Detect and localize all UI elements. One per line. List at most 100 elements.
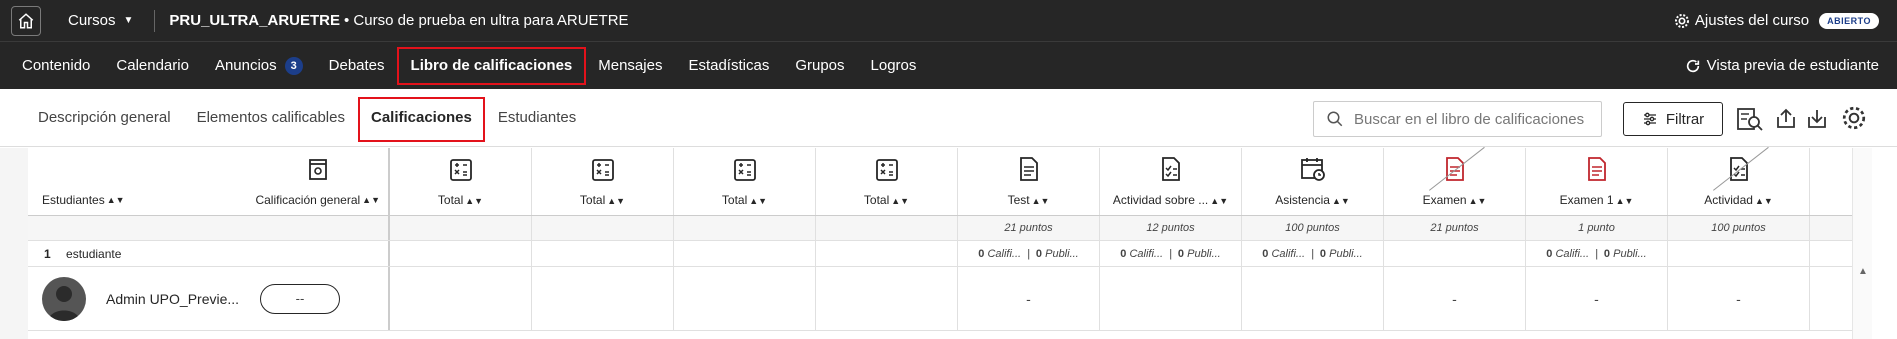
courses-menu[interactable]: Cursos ▼ (68, 12, 133, 29)
header-col-total-1[interactable]: Total ▲▼ (390, 148, 532, 215)
points-text: 12 puntos (1146, 222, 1195, 234)
home-button[interactable] (11, 5, 41, 36)
nav-label: Contenido (22, 57, 91, 74)
header-col-total-2[interactable]: Total ▲▼ (532, 148, 674, 215)
grade-cell[interactable]: - (1668, 267, 1810, 330)
nav-calendar[interactable]: Calendario (103, 42, 202, 89)
grade-cell[interactable]: - (958, 267, 1100, 330)
nav-announcements[interactable]: Anuncios 3 (202, 42, 316, 89)
published-number: 0 (1603, 247, 1611, 260)
student-name[interactable]: Admin UPO_Previe... (106, 291, 246, 307)
published-count: 0 Publi... (1604, 248, 1647, 260)
grade-cell[interactable] (390, 267, 532, 330)
refresh-icon (1686, 59, 1699, 72)
header-col-activity[interactable]: Actividad ▲▼ (1668, 146, 1810, 215)
graded-number: 0 (1546, 247, 1553, 260)
grade-cell[interactable]: - (1384, 267, 1526, 330)
overall-grade-pill[interactable]: -- (260, 283, 340, 314)
published-label: Publi... (1329, 247, 1363, 260)
filter-button[interactable]: Filtrar (1623, 102, 1723, 136)
points-row: 21 puntos 12 puntos 100 puntos 21 puntos… (28, 216, 1852, 241)
grading-view-icon[interactable] (1737, 107, 1763, 131)
column-label-text: Total (863, 193, 890, 207)
header-col-total-4[interactable]: Total ▲▼ (816, 148, 958, 215)
student-count-label: estudiante (66, 246, 122, 261)
column-label: Actividad sobre ... ▲▼ (1113, 193, 1228, 207)
points-cell (816, 216, 958, 240)
student-preview-button[interactable]: Vista previa de estudiante (1685, 57, 1879, 74)
header-col-test[interactable]: Test ▲▼ (958, 148, 1100, 215)
points-cell (532, 216, 674, 240)
grade-cell[interactable] (674, 267, 816, 330)
points-cell: 100 puntos (1242, 216, 1384, 240)
download-icon[interactable] (1807, 107, 1827, 129)
grade-cell[interactable]: - (1526, 267, 1668, 330)
header-students-block: Estudiantes ▲▼ Calificación general ▲▼ (28, 148, 390, 215)
counts-cell: 0 Califi... | 0 Publi... (958, 241, 1100, 266)
highlight-box (357, 97, 485, 142)
tab-overview[interactable]: Descripción general (0, 109, 184, 126)
points-cell: 1 punto (1526, 216, 1668, 240)
column-label-text: Examen (1422, 193, 1467, 207)
column-label-text: Actividad sobre ... (1112, 193, 1209, 207)
students-header[interactable]: Estudiantes ▲▼ (42, 193, 125, 207)
nav-messages[interactable]: Mensajes (585, 42, 675, 89)
points-text: 100 puntos (1711, 222, 1766, 234)
header-col-activity-about[interactable]: Actividad sobre ... ▲▼ (1100, 148, 1242, 215)
calculator-icon (591, 159, 614, 181)
status-badge: ABIERTO (1819, 12, 1879, 29)
sliders-icon (1643, 112, 1656, 126)
nav-gradebook[interactable]: Libro de calificaciones (396, 42, 587, 89)
upload-icon[interactable] (1776, 107, 1796, 129)
nav-analytics[interactable]: Estadísticas (675, 42, 782, 89)
graded-label: Califi... (987, 247, 1022, 260)
test-document-icon (1019, 157, 1038, 181)
assignment-icon (1161, 157, 1180, 181)
column-label-text: Asistencia (1275, 193, 1330, 207)
tab-grades[interactable]: Calificaciones (357, 97, 485, 142)
counts-cell (674, 241, 816, 266)
course-settings-button[interactable]: Ajustes del curso (1674, 12, 1809, 29)
header-col-attendance[interactable]: Asistencia ▲▼ (1242, 148, 1384, 215)
home-icon (18, 12, 34, 28)
header-col-total-3[interactable]: Total ▲▼ (674, 148, 816, 215)
column-label: Total ▲▼ (438, 193, 483, 207)
grid-scrollbar[interactable]: ▲ (1852, 148, 1872, 339)
points-cell: 21 puntos (958, 216, 1100, 240)
points-text: 21 puntos (1004, 222, 1053, 234)
overall-grade-icon (308, 159, 327, 180)
avatar[interactable] (42, 276, 86, 321)
column-label-text: Total (721, 193, 748, 207)
nav-content[interactable]: Contenido (0, 42, 103, 89)
published-label: Publi... (1613, 247, 1647, 260)
gradebook-search[interactable]: Buscar en el libro de calificaciones (1313, 101, 1602, 137)
graded-count: 0 Califi... (1546, 248, 1589, 260)
tab-gradable-items[interactable]: Elementos calificables (184, 109, 358, 126)
header-col-exam-1[interactable]: Examen 1 ▲▼ (1526, 148, 1668, 215)
nav-discussions[interactable]: Debates (316, 42, 398, 89)
sort-icon: ▲▼ (1615, 196, 1634, 206)
nav-achievements[interactable]: Logros (858, 42, 930, 89)
grade-cell[interactable] (532, 267, 674, 330)
points-text: 21 puntos (1430, 222, 1479, 234)
points-cell (390, 216, 532, 240)
published-count: 0 Publi... (1320, 248, 1363, 260)
sort-icon: ▲▼ (465, 196, 484, 206)
grade-cell[interactable] (1242, 267, 1384, 330)
sort-icon: ▲▼ (1754, 196, 1773, 206)
scroll-up-icon[interactable]: ▲ (1858, 266, 1868, 277)
student-count-number: 1 (44, 246, 51, 261)
published-count: 0 Publi... (1036, 248, 1079, 260)
left-gutter (0, 148, 28, 339)
grade-cell[interactable] (1100, 267, 1242, 330)
graded-number: 0 (978, 247, 985, 260)
graded-count: 0 Califi... (1120, 248, 1163, 260)
settings-gear-icon[interactable] (1841, 105, 1867, 131)
nav-groups[interactable]: Grupos (782, 42, 857, 89)
overall-grade-header[interactable]: Calificación general ▲▼ (255, 157, 380, 207)
user-silhouette-icon (48, 285, 80, 321)
tab-students[interactable]: Estudiantes (485, 109, 589, 126)
column-label: Test ▲▼ (1008, 193, 1050, 207)
grade-cell[interactable] (816, 267, 958, 330)
header-col-exam[interactable]: Examen ▲▼ (1384, 146, 1526, 215)
